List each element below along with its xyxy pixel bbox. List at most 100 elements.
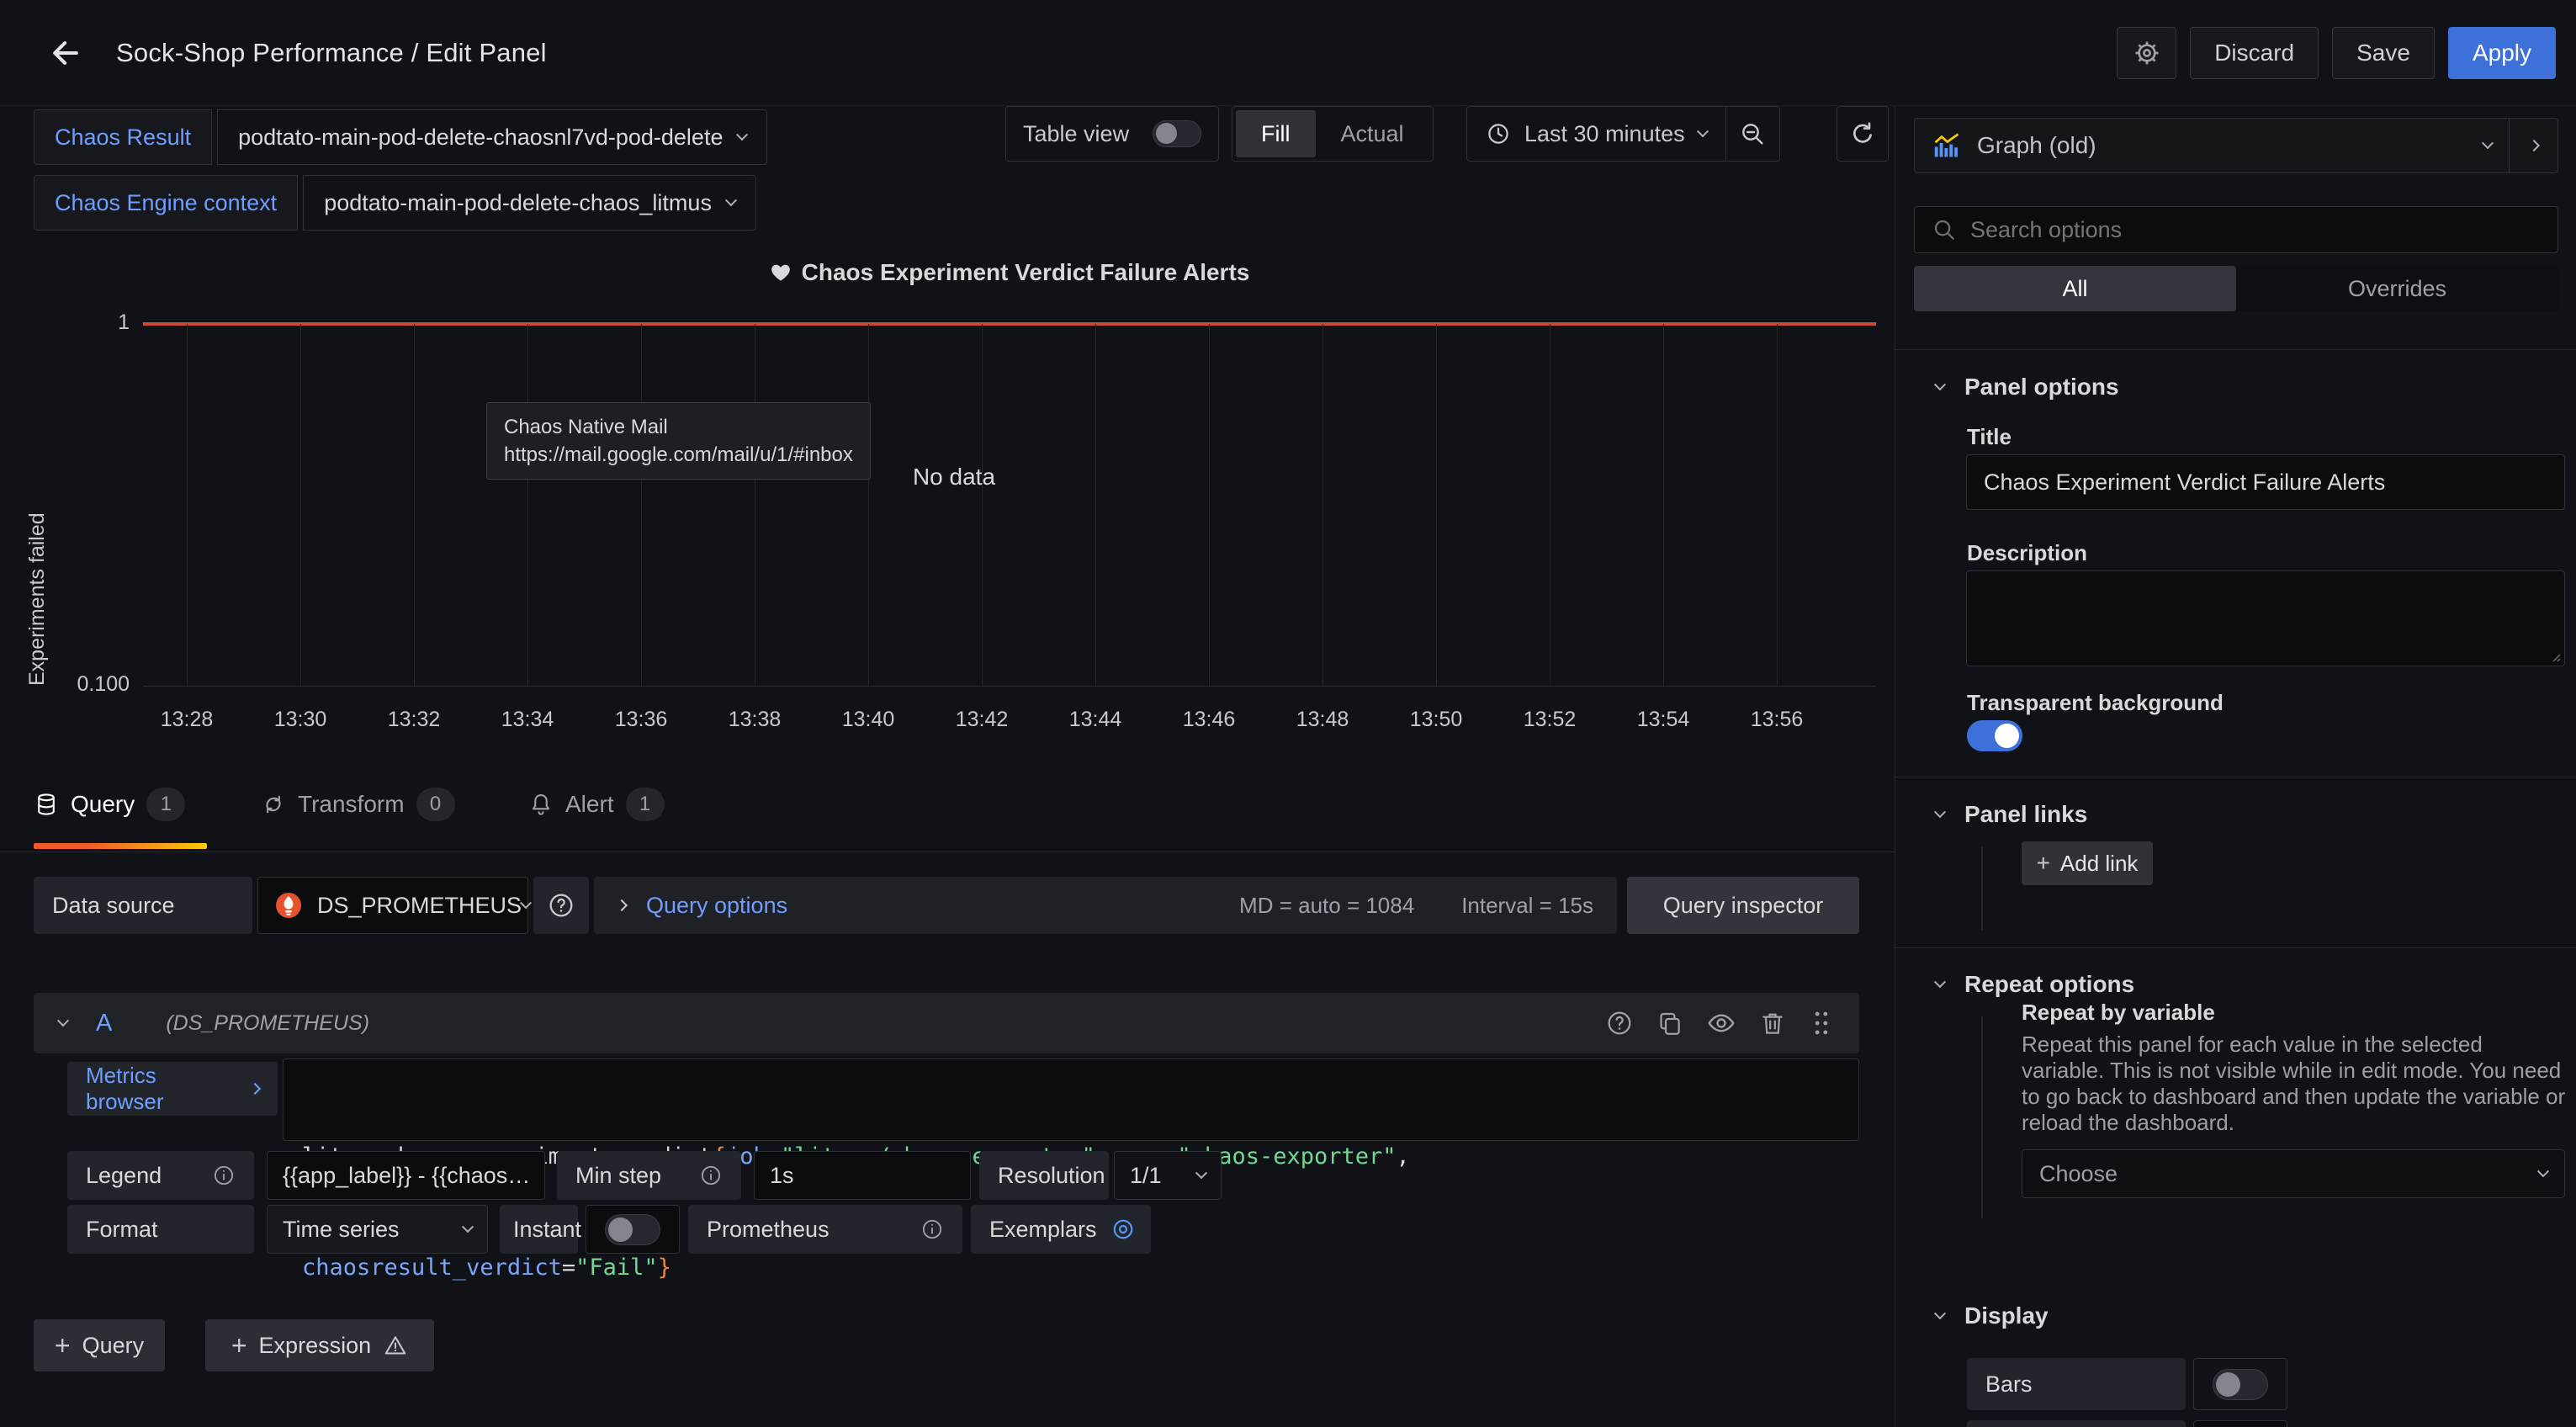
trash-icon[interactable]	[1758, 1009, 1787, 1037]
variable-chaos-engine-context: Chaos Engine context podtato-main-pod-de…	[34, 175, 756, 231]
panel-title-value[interactable]	[1984, 469, 2547, 496]
query-row-actions	[1605, 1008, 1834, 1038]
repeat-options-section-header[interactable]: Repeat options	[1936, 971, 2134, 998]
repeat-description: Repeat this panel for each value in the …	[2022, 1032, 2567, 1136]
tab-query[interactable]: Query 1	[34, 788, 185, 821]
exemplars-eye-icon[interactable]	[1110, 1217, 1136, 1242]
metrics-browser-button[interactable]: Metrics browser	[67, 1062, 278, 1116]
alert-heart-icon	[770, 262, 792, 284]
panel-title-input[interactable]	[1966, 454, 2565, 510]
transparent-bg-toggle[interactable]	[1967, 720, 2022, 751]
search-options-box[interactable]	[1914, 206, 2558, 253]
add-query-button[interactable]: + Query	[34, 1319, 165, 1371]
query-row-header[interactable]: A (DS_PROMETHEUS)	[34, 993, 1859, 1053]
search-options-input[interactable]	[1970, 217, 2541, 243]
query-options-bar[interactable]: Query options MD = auto = 1084 Interval …	[594, 877, 1617, 934]
promql-token: "Fail"	[575, 1255, 658, 1281]
back-arrow-icon[interactable]	[47, 34, 84, 72]
query-inspector-button[interactable]: Query inspector	[1627, 877, 1859, 934]
chevron-down-icon	[1195, 1167, 1207, 1179]
chevron-down-icon	[462, 1221, 474, 1233]
gridline	[414, 324, 415, 686]
exemplars-control: Exemplars	[971, 1205, 1151, 1254]
min-step-value[interactable]	[770, 1163, 955, 1189]
datasource-help-button[interactable]	[533, 877, 589, 934]
eye-icon[interactable]	[1706, 1008, 1736, 1038]
transparent-bg-label: Transparent background	[1967, 690, 2224, 716]
panel-links-section-header[interactable]: Panel links	[1936, 801, 2087, 828]
refresh-button[interactable]	[1837, 106, 1889, 162]
max-data-points-info: MD = auto = 1084	[1239, 893, 1414, 919]
x-axis-tick: 13:54	[1613, 708, 1714, 732]
x-axis-tick: 13:42	[931, 708, 1032, 732]
prometheus-type-label: Prometheus	[688, 1205, 962, 1254]
tooltip-link-url[interactable]: https://mail.google.com/mail/u/1/#inbox	[504, 441, 853, 469]
metrics-browser-label: Metrics browser	[86, 1063, 237, 1115]
toggle-knob	[2216, 1372, 2240, 1397]
panel-options-section-header[interactable]: Panel options	[1936, 374, 2119, 401]
clipped-option-toggle-box	[2193, 1420, 2287, 1427]
help-icon[interactable]	[1605, 1009, 1634, 1037]
gridline	[641, 324, 642, 686]
section-title: Display	[1964, 1302, 2049, 1329]
tab-alert[interactable]: Alert 1	[528, 788, 665, 821]
discard-button[interactable]: Discard	[2190, 27, 2319, 79]
legend-format-input[interactable]	[267, 1151, 545, 1200]
editor-tabs: Query 1 Transform 0 Alert 1	[0, 779, 1895, 851]
tab-transform[interactable]: Transform 0	[261, 788, 455, 821]
gridline	[300, 324, 301, 686]
exemplars-label-text: Exemplars	[989, 1217, 1097, 1243]
resolution-select[interactable]: 1/1	[1114, 1151, 1222, 1200]
bars-toggle-box	[2193, 1358, 2287, 1410]
x-axis-line	[143, 686, 1876, 687]
fill-option[interactable]: Fill	[1236, 110, 1316, 157]
panel-description-textarea[interactable]	[1966, 570, 2565, 666]
page-title: Sock-Shop Performance / Edit Panel	[116, 38, 547, 68]
datasource-picker[interactable]: DS_PROMETHEUS	[257, 877, 528, 934]
instant-toggle[interactable]	[605, 1214, 660, 1245]
resolution-label: Resolution	[979, 1151, 1109, 1200]
plus-icon: +	[231, 1332, 247, 1359]
add-link-button[interactable]: + Add link	[2022, 841, 2153, 885]
clipped-option-label	[1967, 1420, 2186, 1427]
table-view-toggle[interactable]	[1153, 120, 1201, 147]
min-step-input[interactable]	[754, 1151, 971, 1200]
resolution-value: 1/1	[1130, 1163, 1162, 1189]
gridline	[1209, 324, 1210, 686]
panel-settings-button[interactable]	[2117, 27, 2176, 79]
visualization-select[interactable]: Graph (old)	[1915, 130, 2509, 161]
duplicate-icon[interactable]	[1656, 1009, 1684, 1037]
drag-handle-icon[interactable]	[1809, 1009, 1834, 1037]
legend-format-value[interactable]	[283, 1163, 529, 1189]
zoom-out-button[interactable]	[1725, 107, 1779, 161]
section-indent-line	[1981, 846, 1983, 931]
y-axis-label: Experiments failed	[25, 324, 50, 686]
resize-handle-icon[interactable]	[2548, 650, 2562, 663]
filter-all-tab[interactable]: All	[1914, 266, 2236, 311]
repeat-variable-select[interactable]: Choose	[2022, 1149, 2565, 1198]
collapse-options-button[interactable]	[2509, 119, 2557, 172]
save-button[interactable]: Save	[2332, 27, 2435, 79]
toggle-knob	[1995, 724, 2019, 748]
bars-toggle[interactable]	[2213, 1369, 2268, 1400]
time-range-picker[interactable]: Last 30 minutes	[1467, 107, 1725, 161]
datasource-value: DS_PROMETHEUS	[317, 893, 522, 919]
repeat-variable-placeholder: Choose	[2039, 1161, 2118, 1187]
no-data-message: No data	[904, 464, 1004, 491]
angle-right-icon	[249, 1083, 261, 1095]
apply-button[interactable]: Apply	[2448, 27, 2556, 79]
actual-option[interactable]: Actual	[1316, 110, 1429, 157]
x-axis-tick: 13:38	[704, 708, 805, 732]
query-options-label: Query options	[646, 893, 787, 919]
variable-value-dropdown[interactable]: podtato-main-pod-delete-chaosnl7vd-pod-d…	[217, 109, 767, 165]
filter-overrides-tab[interactable]: Overrides	[2236, 266, 2558, 311]
promql-query-editor[interactable]: litmuschaos_experiment_verdict{job="litm…	[283, 1058, 1859, 1141]
panel-description-value[interactable]	[1984, 581, 2547, 655]
format-select[interactable]: Time series	[267, 1205, 488, 1254]
add-expression-button[interactable]: + Expression	[205, 1319, 434, 1371]
variable-value-dropdown[interactable]: podtato-main-pod-delete-chaos_litmus	[303, 175, 756, 231]
display-section-header[interactable]: Display	[1936, 1302, 2049, 1329]
add-expression-label: Expression	[259, 1333, 372, 1359]
description-field-label: Description	[1967, 540, 2087, 566]
y-axis-tick-bottom: 0.100	[54, 672, 130, 697]
